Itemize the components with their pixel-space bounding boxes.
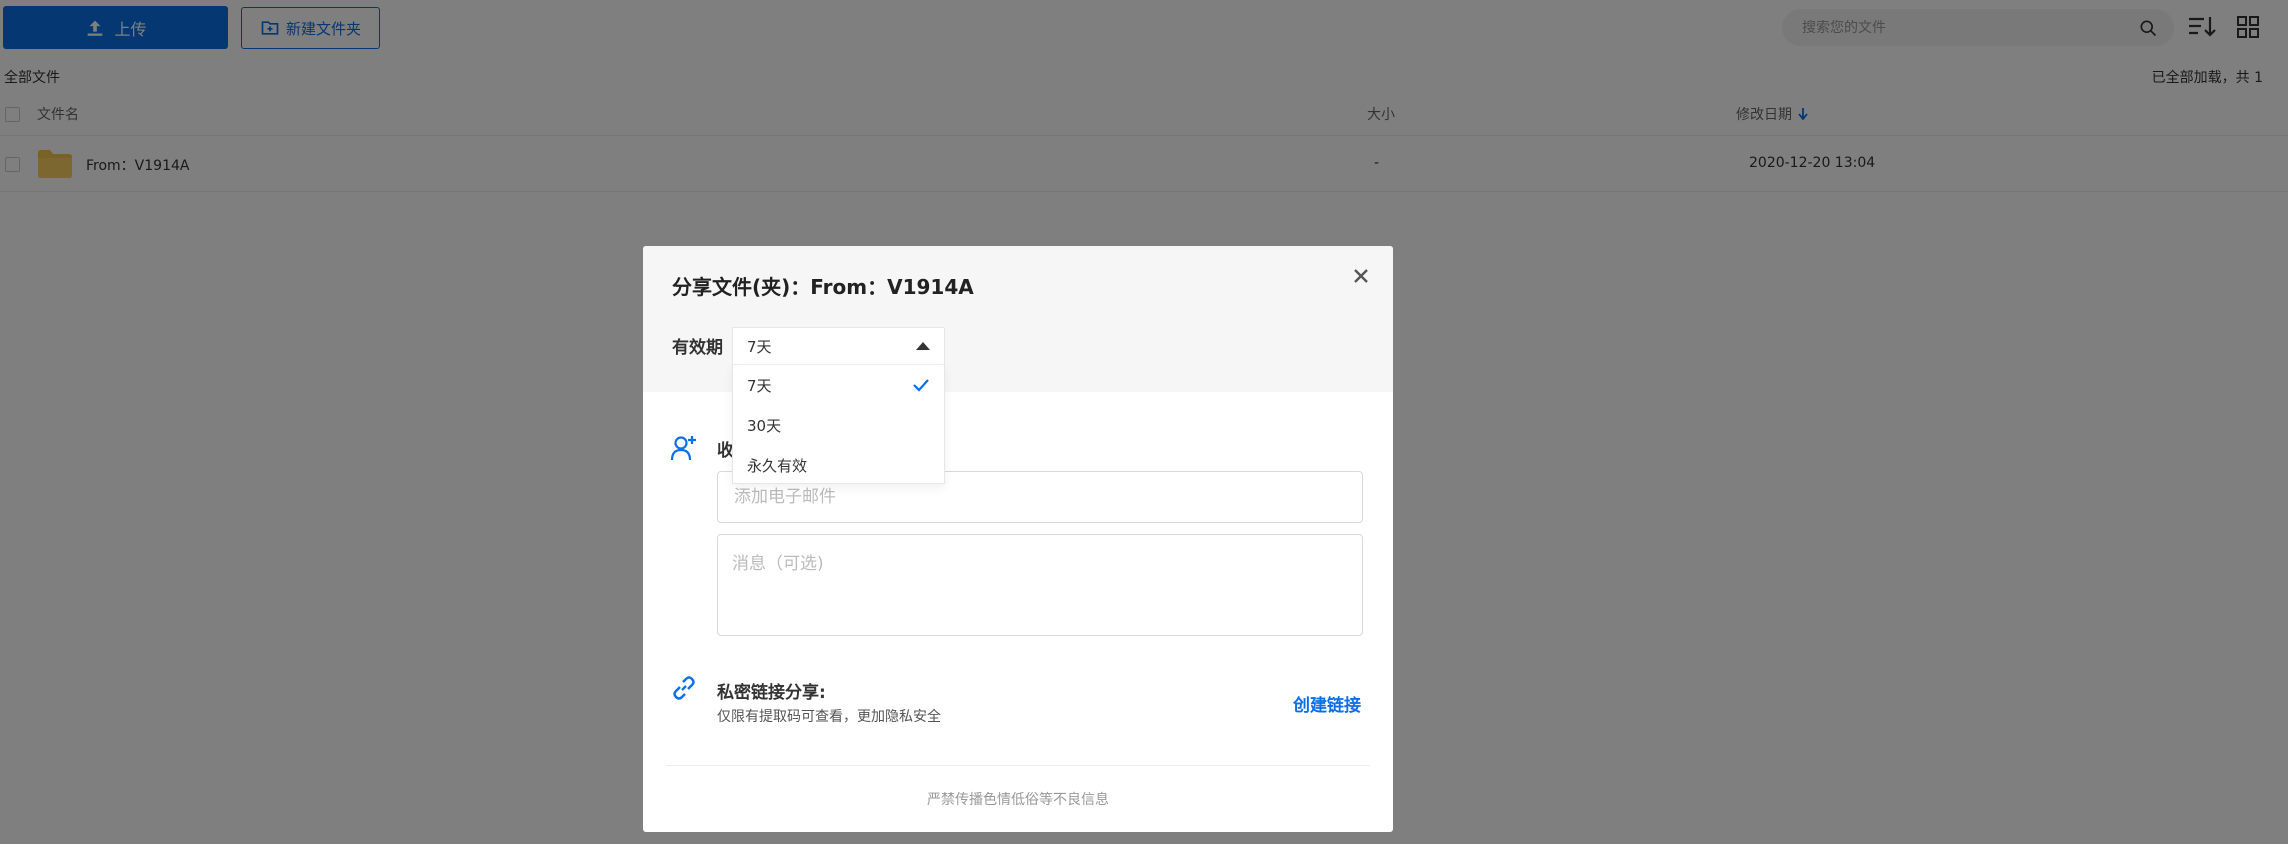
add-user-icon bbox=[670, 436, 696, 461]
close-button[interactable] bbox=[1349, 264, 1373, 288]
dialog-title: 分享文件(夹)：From：V1914A bbox=[672, 275, 974, 299]
validity-option-label: 7天 bbox=[747, 376, 772, 395]
validity-label: 有效期 bbox=[672, 338, 723, 358]
footer-note: 严禁传播色情低俗等不良信息 bbox=[927, 792, 1109, 808]
validity-option-7days[interactable]: 7天 bbox=[733, 365, 944, 405]
check-icon bbox=[913, 379, 929, 392]
validity-option-30days[interactable]: 30天 bbox=[733, 405, 944, 445]
private-share-title: 私密链接分享: bbox=[717, 683, 826, 703]
validity-selected-value: 7天 bbox=[747, 337, 772, 356]
private-share-description: 仅限有提取码可查看，更加隐私安全 bbox=[717, 709, 941, 725]
link-icon bbox=[673, 676, 695, 700]
create-link-button[interactable]: 创建链接 bbox=[1293, 691, 1361, 716]
validity-dropdown: 7天 30天 永久有效 bbox=[732, 364, 945, 484]
share-dialog: 分享文件(夹)：From：V1914A 有效期 7天 7天 30天 永久有效 收… bbox=[643, 246, 1393, 832]
validity-option-label: 永久有效 bbox=[747, 456, 808, 475]
close-icon bbox=[1354, 269, 1368, 283]
dialog-divider bbox=[666, 765, 1370, 766]
caret-up-icon bbox=[916, 342, 930, 350]
message-input[interactable] bbox=[717, 534, 1363, 636]
validity-option-label: 30天 bbox=[747, 416, 782, 435]
validity-option-forever[interactable]: 永久有效 bbox=[733, 445, 944, 485]
validity-select[interactable]: 7天 bbox=[732, 327, 945, 364]
